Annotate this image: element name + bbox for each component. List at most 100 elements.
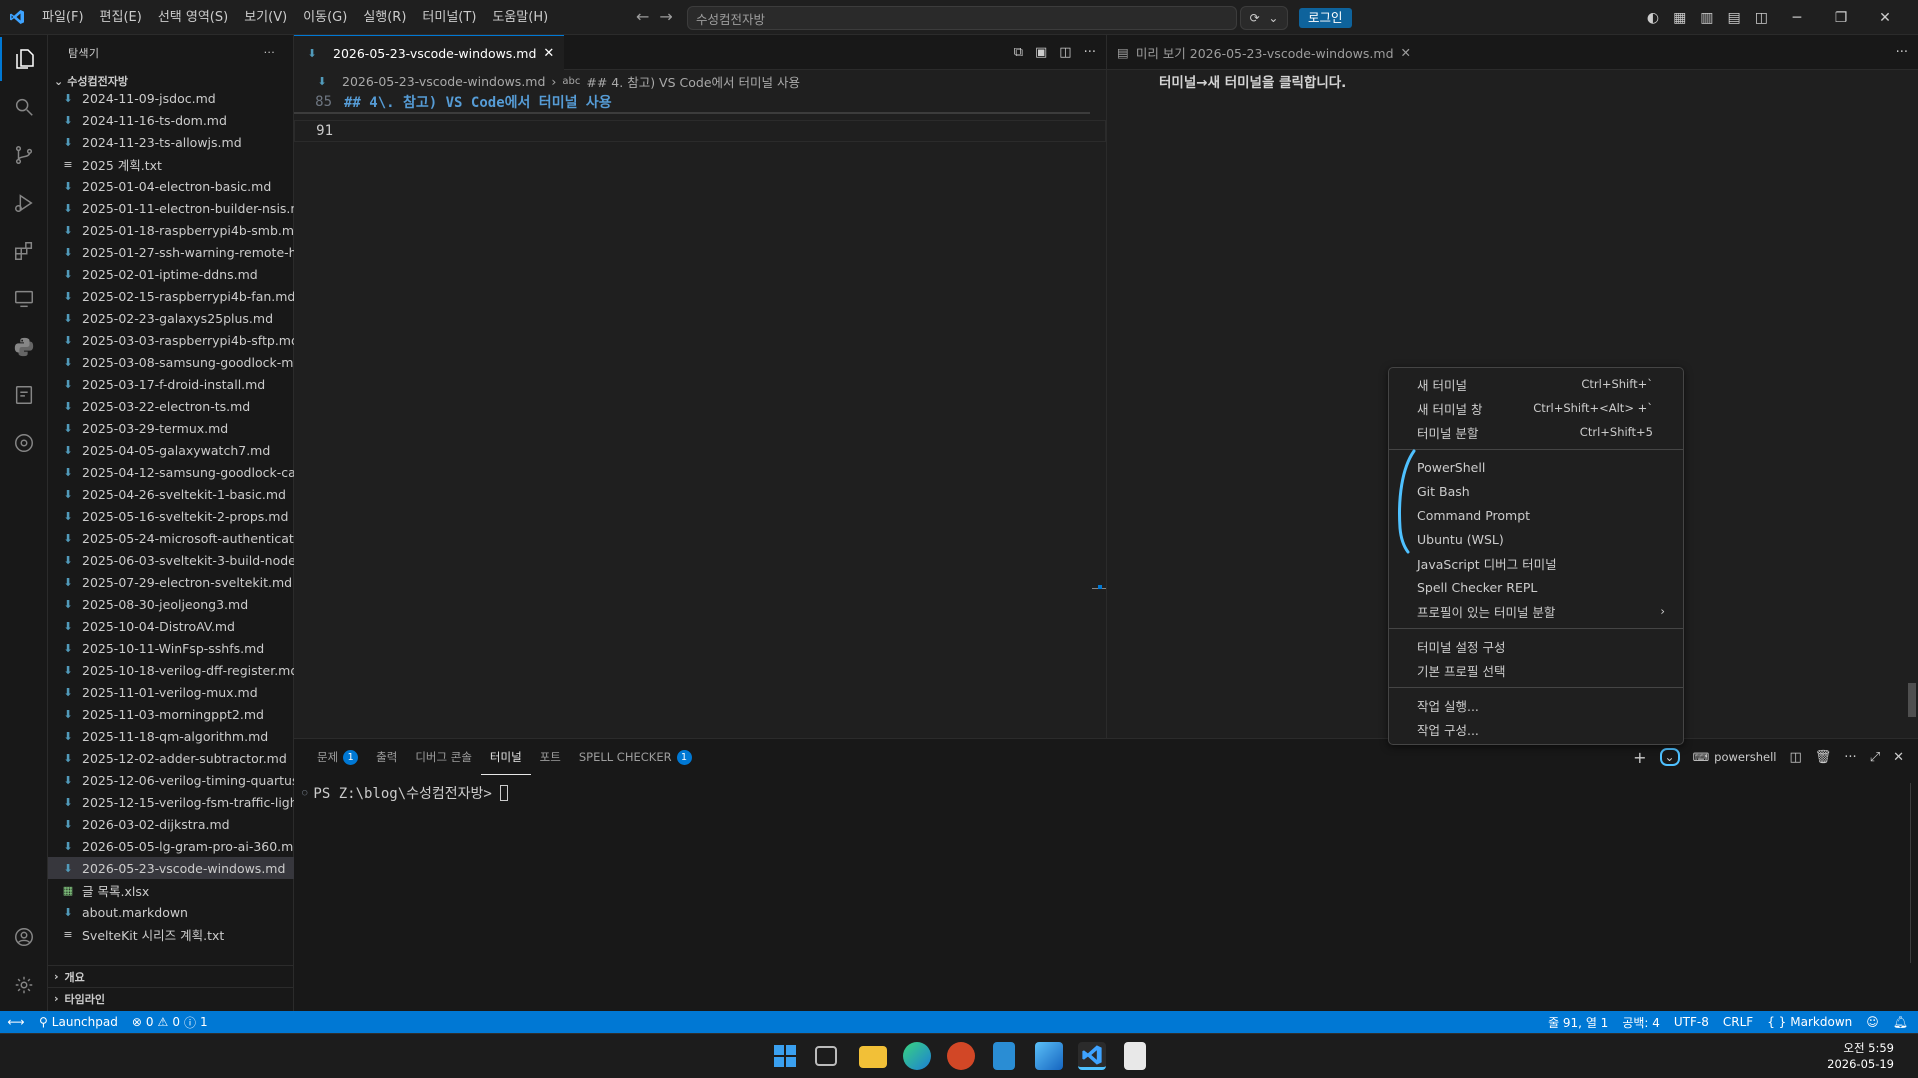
remote-indicator[interactable]: ⟷ <box>0 1011 32 1033</box>
end-of-line[interactable]: CRLF <box>1716 1011 1760 1033</box>
launch-profile-chevron-icon[interactable]: ⌄ <box>1659 748 1680 766</box>
file-item[interactable]: ⬇ 2025-12-15-verilog-fsm-traffic-light... <box>48 791 294 813</box>
split-terminal-icon[interactable]: ◫ <box>1789 750 1801 765</box>
tab-vscode-windows-md[interactable]: ⬇ 2026-05-23-vscode-windows.md ✕ <box>294 35 565 70</box>
toggle-panel-icon[interactable]: ▤ <box>1728 10 1741 26</box>
copilot-button[interactable]: ⟳ ⌄ <box>1240 6 1288 30</box>
close-icon[interactable]: ✕ <box>1401 45 1411 60</box>
photos-icon[interactable] <box>1035 1042 1063 1070</box>
menu-item[interactable]: 새 터미널 창 Ctrl+Shift+<Alt> +` <box>1389 396 1683 420</box>
task-view-icon[interactable] <box>815 1046 837 1066</box>
close-panel-icon[interactable]: ✕ <box>1893 750 1904 765</box>
menu-item-6[interactable]: 터미널(T) <box>414 0 484 35</box>
code-line-85[interactable]: 85 ## 4\. 참고) VS Code에서 터미널 사용 <box>294 92 1090 114</box>
file-explorer-icon[interactable] <box>859 1046 887 1068</box>
file-item[interactable]: ⬇ 2025-05-24-microsoft-authenticato... <box>48 527 294 549</box>
vscode-taskbar-icon[interactable] <box>1078 1042 1106 1070</box>
snipping-tool-icon[interactable] <box>1124 1042 1146 1070</box>
file-item[interactable]: ⬇ 2025-03-29-termux.md <box>48 417 294 439</box>
menu-item[interactable]: Spell Checker REPL <box>1389 575 1683 599</box>
menu-item-7[interactable]: 도움말(H) <box>484 0 556 35</box>
file-item[interactable]: ⬇ 2025-04-05-galaxywatch7.md <box>48 439 294 461</box>
back-arrow-icon[interactable]: ← <box>636 7 649 26</box>
file-item[interactable]: ⬇ about.markdown <box>48 901 294 923</box>
file-item[interactable]: ⬇ 2025-03-08-samsung-goodlock-mu... <box>48 351 294 373</box>
file-item[interactable]: ⬇ 2024-11-09-jsdoc.md <box>48 87 294 109</box>
file-item[interactable]: ⬇ 2026-05-05-lg-gram-pro-ai-360.md <box>48 835 294 857</box>
file-item[interactable]: ⬇ 2025-01-18-raspberrypi4b-smb.md <box>48 219 294 241</box>
panel-tab-5[interactable]: SPELL CHECKER 1 <box>570 739 701 775</box>
file-item[interactable]: ≡ SvelteKit 시리즈 계획.txt <box>48 923 294 945</box>
file-item[interactable]: ⬇ 2026-03-02-dijkstra.md <box>48 813 294 835</box>
file-item[interactable]: ⬇ 2025-10-18-verilog-dff-register.md <box>48 659 294 681</box>
file-item[interactable]: ⬇ 2025-02-01-iptime-ddns.md <box>48 263 294 285</box>
panel-tab-2[interactable]: 디버그 콘솔 <box>406 739 481 775</box>
menu-item-5[interactable]: 실행(R) <box>355 0 414 35</box>
code-line-91[interactable]: 91 <box>294 120 1106 142</box>
cursor-position[interactable]: 줄 91, 열 1 <box>1541 1011 1615 1033</box>
settings-gear-icon[interactable] <box>0 963 48 1007</box>
layout-customize-icon[interactable]: ▦ <box>1673 10 1686 26</box>
menu-item-3[interactable]: 보기(V) <box>236 0 295 35</box>
menu-item-2[interactable]: 선택 영역(S) <box>150 0 236 35</box>
file-item[interactable]: ⬇ 2025-04-12-samsung-goodlock-ca... <box>48 461 294 483</box>
copilot-status-icon[interactable]: ☺ <box>1859 1011 1886 1033</box>
tab-preview[interactable]: ▤ 미리 보기 2026-05-23-vscode-windows.md ✕ <box>1107 35 1421 70</box>
menu-item[interactable]: 새 터미널 Ctrl+Shift+` <box>1389 372 1683 396</box>
menu-item[interactable]: JavaScript 디버그 터미널 <box>1389 551 1683 575</box>
menu-item[interactable]: 기본 프로필 선택 <box>1389 658 1683 682</box>
breadcrumb-file[interactable]: 2026-05-23-vscode-windows.md <box>342 74 545 89</box>
editor-scrollbar[interactable] <box>1092 588 1106 624</box>
login-button[interactable]: 로그인 <box>1299 8 1352 28</box>
menu-item[interactable]: Command Prompt <box>1389 503 1683 527</box>
menu-item[interactable]: Ubuntu (WSL) <box>1389 527 1683 551</box>
file-item[interactable]: ⬇ 2025-11-03-morningppt2.md <box>48 703 294 725</box>
command-center[interactable]: 수성컴전자방 <box>687 6 1237 30</box>
forward-arrow-icon[interactable]: → <box>659 7 672 26</box>
file-item[interactable]: ⬇ 2025-11-01-verilog-mux.md <box>48 681 294 703</box>
file-item[interactable]: ⬇ 2025-06-03-sveltekit-3-build-node.... <box>48 549 294 571</box>
edge-browser-icon[interactable] <box>903 1042 931 1070</box>
panel-tab-3[interactable]: 터미널 <box>480 739 531 775</box>
file-item[interactable]: ⬇ 2025-08-30-jeoljeong3.md <box>48 593 294 615</box>
menu-item[interactable]: 터미널 설정 구성 <box>1389 634 1683 658</box>
file-item[interactable]: ⬇ 2024-11-16-ts-dom.md <box>48 109 294 131</box>
file-item[interactable]: ⬇ 2025-03-17-f-droid-install.md <box>48 373 294 395</box>
python-icon[interactable] <box>0 325 48 369</box>
file-item[interactable]: ≡ 2025 계획.txt <box>48 153 294 175</box>
remote-explorer-icon[interactable] <box>0 277 48 321</box>
file-item[interactable]: ⬇ 2026-05-23-vscode-windows.md <box>48 857 294 879</box>
outline-section[interactable]: › 개요 <box>48 965 294 987</box>
file-item[interactable]: ⬇ 2025-12-06-verilog-timing-quartus.... <box>48 769 294 791</box>
extensions-icon[interactable] <box>0 229 48 273</box>
problems-item[interactable]: ⊗ 0 ⚠ 0 ⓘ 1 <box>125 1011 215 1033</box>
indentation[interactable]: 공백: 4 <box>1615 1011 1667 1033</box>
account-icon[interactable] <box>0 915 48 959</box>
panel-tab-0[interactable]: 문제 1 <box>308 739 367 775</box>
close-icon[interactable]: ✕ <box>543 46 554 61</box>
run-debug-icon[interactable] <box>0 181 48 225</box>
search-icon[interactable] <box>0 85 48 129</box>
close-window-button[interactable]: ✕ <box>1870 10 1900 26</box>
preview-side-icon[interactable]: ▣ <box>1035 45 1047 60</box>
file-item[interactable]: ⬇ 2024-11-23-ts-allowjs.md <box>48 131 294 153</box>
system-clock[interactable]: 오전 5:59 2026-05-19 <box>1827 1040 1894 1072</box>
terminal-scrollbar[interactable] <box>1910 783 1914 963</box>
kill-terminal-trash-icon[interactable]: 🗑 <box>1815 750 1832 765</box>
file-item[interactable]: ⬇ 2025-01-04-electron-basic.md <box>48 175 294 197</box>
gitlens-icon[interactable] <box>0 421 48 465</box>
toggle-sidebar-icon[interactable]: ▥ <box>1700 10 1713 26</box>
more-actions-icon[interactable]: ··· <box>264 46 275 59</box>
more-actions-icon[interactable]: ··· <box>1896 45 1908 60</box>
file-item[interactable]: ⬇ 2025-10-04-DistroAV.md <box>48 615 294 637</box>
open-preview-icon[interactable]: ⧉ <box>1014 45 1023 60</box>
file-item[interactable]: ⬇ 2025-03-22-electron-ts.md <box>48 395 294 417</box>
accounts-icon[interactable]: ◐ <box>1647 10 1659 26</box>
explorer-icon[interactable] <box>0 37 48 81</box>
terminal-instance[interactable]: ⌨ powershell <box>1693 750 1777 764</box>
file-item[interactable]: ⬇ 2025-04-26-sveltekit-1-basic.md <box>48 483 294 505</box>
file-item[interactable]: ⬇ 2025-11-18-qm-algorithm.md <box>48 725 294 747</box>
file-item[interactable]: ⬇ 2025-02-15-raspberrypi4b-fan.md <box>48 285 294 307</box>
windows-start-icon[interactable] <box>771 1042 799 1070</box>
menu-item[interactable]: 터미널 분할 Ctrl+Shift+5 <box>1389 420 1683 444</box>
